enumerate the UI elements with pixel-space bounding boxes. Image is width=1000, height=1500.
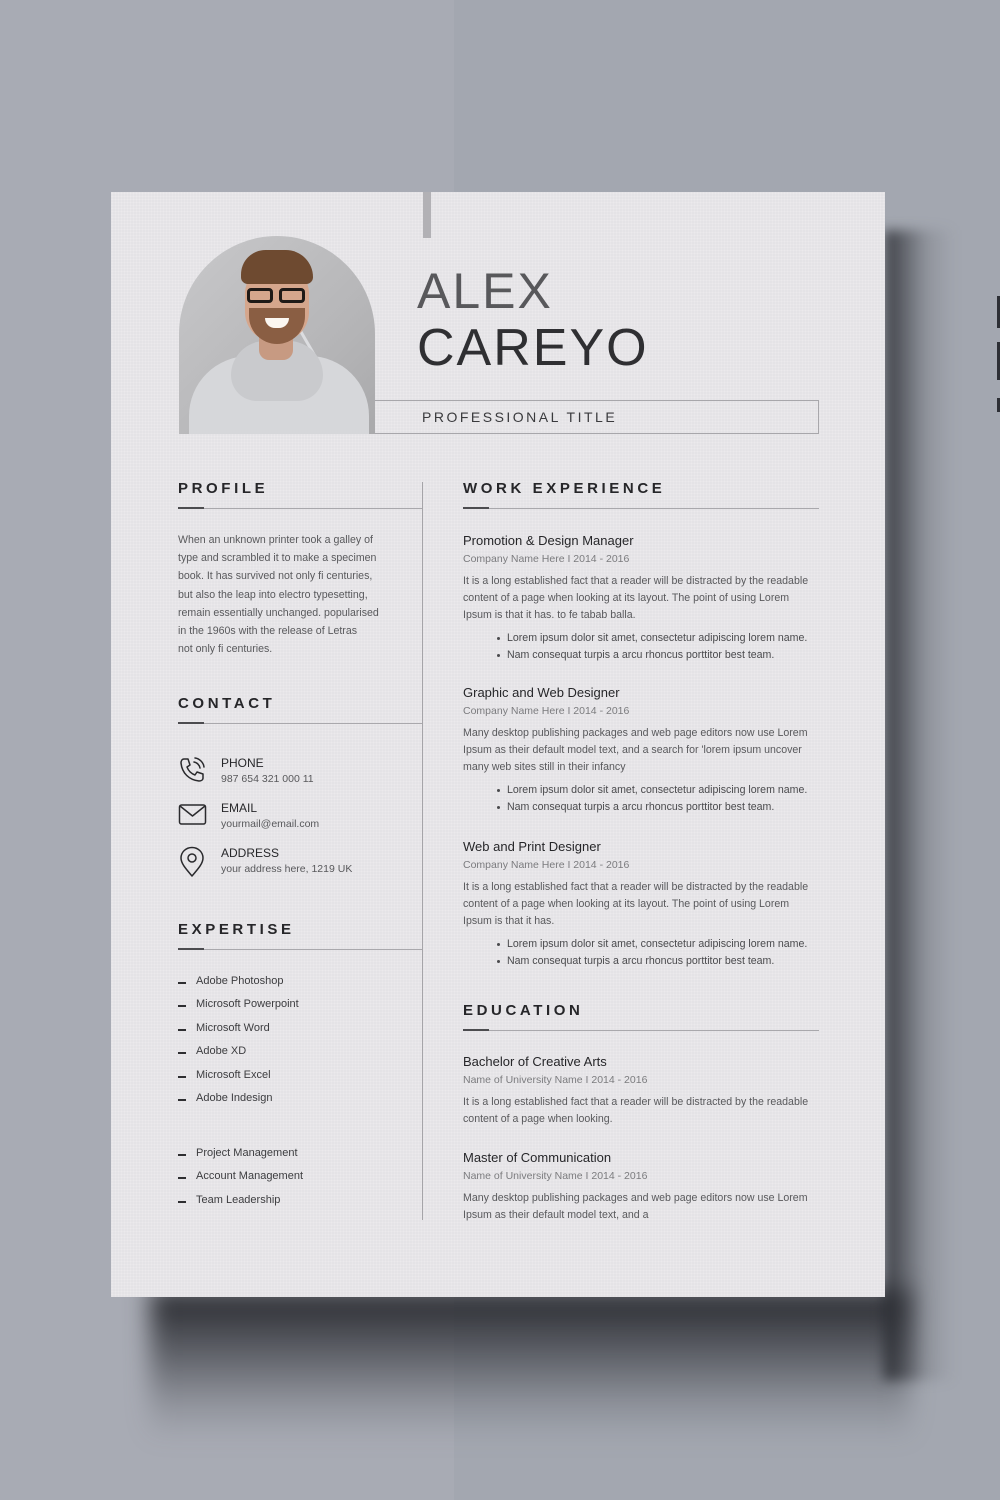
job-bullets: Lorem ipsum dolor sit amet, consectetur … xyxy=(463,936,823,970)
education-rule xyxy=(463,1029,819,1031)
phone-icon xyxy=(180,757,205,782)
contact-heading: CONTACT xyxy=(178,695,276,712)
profile-photo xyxy=(179,236,375,434)
education-entry: Bachelor of Creative Arts Name of Univer… xyxy=(463,1054,823,1128)
education-heading: EDUCATION xyxy=(463,1002,584,1019)
email-icon xyxy=(178,804,207,825)
contact-value: your address here, 1219 UK xyxy=(221,863,353,875)
expertise-rule xyxy=(178,948,422,950)
degree-description: Many desktop publishing packages and web… xyxy=(463,1192,808,1221)
job-entry: Web and Print Designer Company Name Here… xyxy=(463,839,823,970)
contact-label: ADDRESS xyxy=(221,846,280,860)
job-meta: Company Name Here I 2014 - 2016 xyxy=(463,859,630,871)
dash-icon xyxy=(178,1052,186,1054)
last-name: CAREYO xyxy=(417,319,649,377)
contact-rule xyxy=(178,722,422,724)
profile-rule xyxy=(178,507,422,509)
work-experience-heading: WORK EXPERIENCE xyxy=(463,480,666,497)
profile-line: not only fi centuries. xyxy=(178,643,273,656)
profile-heading: PROFILE xyxy=(178,480,269,497)
job-title: Web and Print Designer xyxy=(463,839,601,854)
degree-title: Bachelor of Creative Arts xyxy=(463,1054,607,1069)
dash-icon xyxy=(178,1005,186,1007)
dash-icon xyxy=(178,1154,186,1156)
profile-line: in the 1960s with the release of Letras xyxy=(178,625,358,638)
job-entry: Promotion & Design Manager Company Name … xyxy=(463,533,823,664)
job-bullets: Lorem ipsum dolor sit amet, consectetur … xyxy=(463,630,823,664)
page-shadow xyxy=(150,1290,910,1440)
degree-description: It is a long established fact that a rea… xyxy=(463,1096,809,1125)
bullet-item: Lorem ipsum dolor sit amet, consectetur … xyxy=(497,630,823,647)
expertise-heading: EXPERTISE xyxy=(178,921,295,938)
job-entry: Graphic and Web Designer Company Name He… xyxy=(463,685,823,816)
degree-meta: Name of University Name I 2014 - 2016 xyxy=(463,1074,648,1086)
bullet-item: Nam consequat turpis a arcu rhoncus port… xyxy=(497,799,823,816)
dash-icon xyxy=(178,1177,186,1179)
dash-icon xyxy=(178,1201,186,1203)
dash-icon xyxy=(178,1029,186,1031)
profile-line: type and scrambled it to make a specimen xyxy=(178,552,377,565)
contact-value: yourmail@email.com xyxy=(221,818,320,830)
resume-page: ALEX CAREYO PROFESSIONAL TITLE PROFILE W… xyxy=(111,192,885,1297)
first-name: ALEX xyxy=(417,263,553,319)
bullet-item: Lorem ipsum dolor sit amet, consectetur … xyxy=(497,782,823,799)
profile-line: remain essentially unchanged. popularise… xyxy=(178,606,379,619)
education-entry: Master of Communication Name of Universi… xyxy=(463,1150,823,1224)
profile-line: but also the leap into electro typesetti… xyxy=(178,588,368,601)
contact-address: ADDRESS your address here, 1219 UK xyxy=(178,846,418,886)
job-description: It is a long established fact that a rea… xyxy=(463,881,809,927)
column-divider xyxy=(422,482,423,1220)
contact-email: EMAIL yourmail@email.com xyxy=(178,801,418,841)
profile-line: When an unknown printer took a galley of xyxy=(178,534,373,546)
location-pin-icon xyxy=(180,846,204,877)
bullet-item: Lorem ipsum dolor sit amet, consectetur … xyxy=(497,936,823,953)
contact-label: PHONE xyxy=(221,756,264,770)
job-meta: Company Name Here I 2014 - 2016 xyxy=(463,705,630,717)
top-tab-accent xyxy=(423,192,431,238)
job-meta: Company Name Here I 2014 - 2016 xyxy=(463,553,630,565)
dash-icon xyxy=(178,1099,186,1101)
dash-icon xyxy=(178,1076,186,1078)
work-experience-rule xyxy=(463,507,819,509)
profile-line: book. It has survived not only fi centur… xyxy=(178,570,373,583)
professional-title: PROFESSIONAL TITLE xyxy=(422,409,618,425)
job-description: It is a long established fact that a rea… xyxy=(463,575,809,621)
profile-text: When an unknown printer took a galley of… xyxy=(178,531,418,658)
contact-phone: PHONE 987 654 321 000 11 xyxy=(178,756,418,796)
contact-value: 987 654 321 000 11 xyxy=(221,773,314,785)
job-bullets: Lorem ipsum dolor sit amet, consectetur … xyxy=(463,782,823,816)
job-description: Many desktop publishing packages and web… xyxy=(463,727,808,773)
degree-title: Master of Communication xyxy=(463,1150,612,1165)
page-shadow-right xyxy=(884,230,954,1380)
degree-meta: Name of University Name I 2014 - 2016 xyxy=(463,1170,648,1182)
job-title: Promotion & Design Manager xyxy=(463,533,634,548)
bullet-item: Nam consequat turpis a arcu rhoncus port… xyxy=(497,647,823,664)
dash-icon xyxy=(178,982,186,984)
job-title: Graphic and Web Designer xyxy=(463,685,620,700)
bullet-item: Nam consequat turpis a arcu rhoncus port… xyxy=(497,953,823,970)
contact-label: EMAIL xyxy=(221,801,258,815)
professional-title-box: PROFESSIONAL TITLE xyxy=(375,400,819,434)
